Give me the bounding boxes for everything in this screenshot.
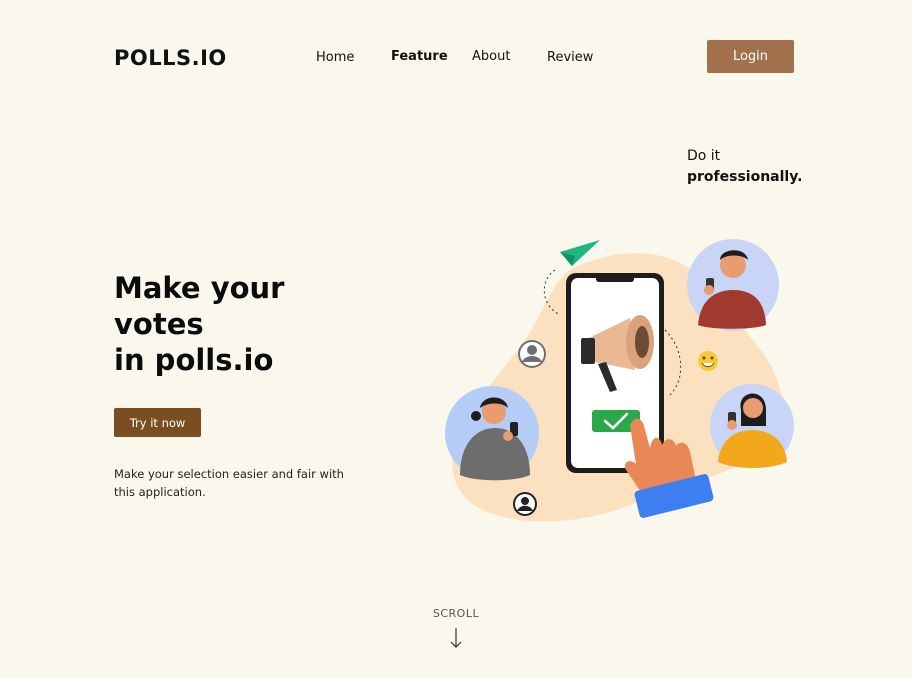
nav-feature[interactable]: Feature (391, 49, 448, 64)
user-icon (513, 492, 537, 516)
logo[interactable]: POLLS.IO (114, 46, 227, 70)
avatar-woman-left (445, 386, 539, 481)
tagline-line1: Do it (687, 148, 721, 164)
user-icon (518, 340, 546, 368)
tagline: Do it professionally. (687, 146, 802, 188)
avatar-woman-right (710, 384, 794, 468)
smiley-icon (698, 351, 718, 371)
voting-illustration (445, 239, 794, 522)
try-it-now-button[interactable]: Try it now (114, 408, 201, 437)
nav-home[interactable]: Home (316, 50, 354, 65)
arrow-down-icon[interactable] (449, 627, 463, 649)
nav-review[interactable]: Review (547, 50, 593, 65)
hero-description: Make your selection easier and fair with… (114, 467, 344, 499)
hero-headline: Make your votes in polls.io (114, 270, 374, 378)
headline-line2: votes (114, 307, 204, 341)
login-button[interactable]: Login (707, 40, 794, 73)
headline-line3: in polls.io (114, 343, 274, 377)
avatar-man (687, 239, 779, 331)
scroll-label: SCROLL (432, 607, 480, 620)
phone (566, 273, 664, 473)
headline-line1: Make your (114, 271, 285, 305)
nav-about[interactable]: About (472, 49, 510, 64)
tagline-line2: professionally. (687, 169, 803, 185)
